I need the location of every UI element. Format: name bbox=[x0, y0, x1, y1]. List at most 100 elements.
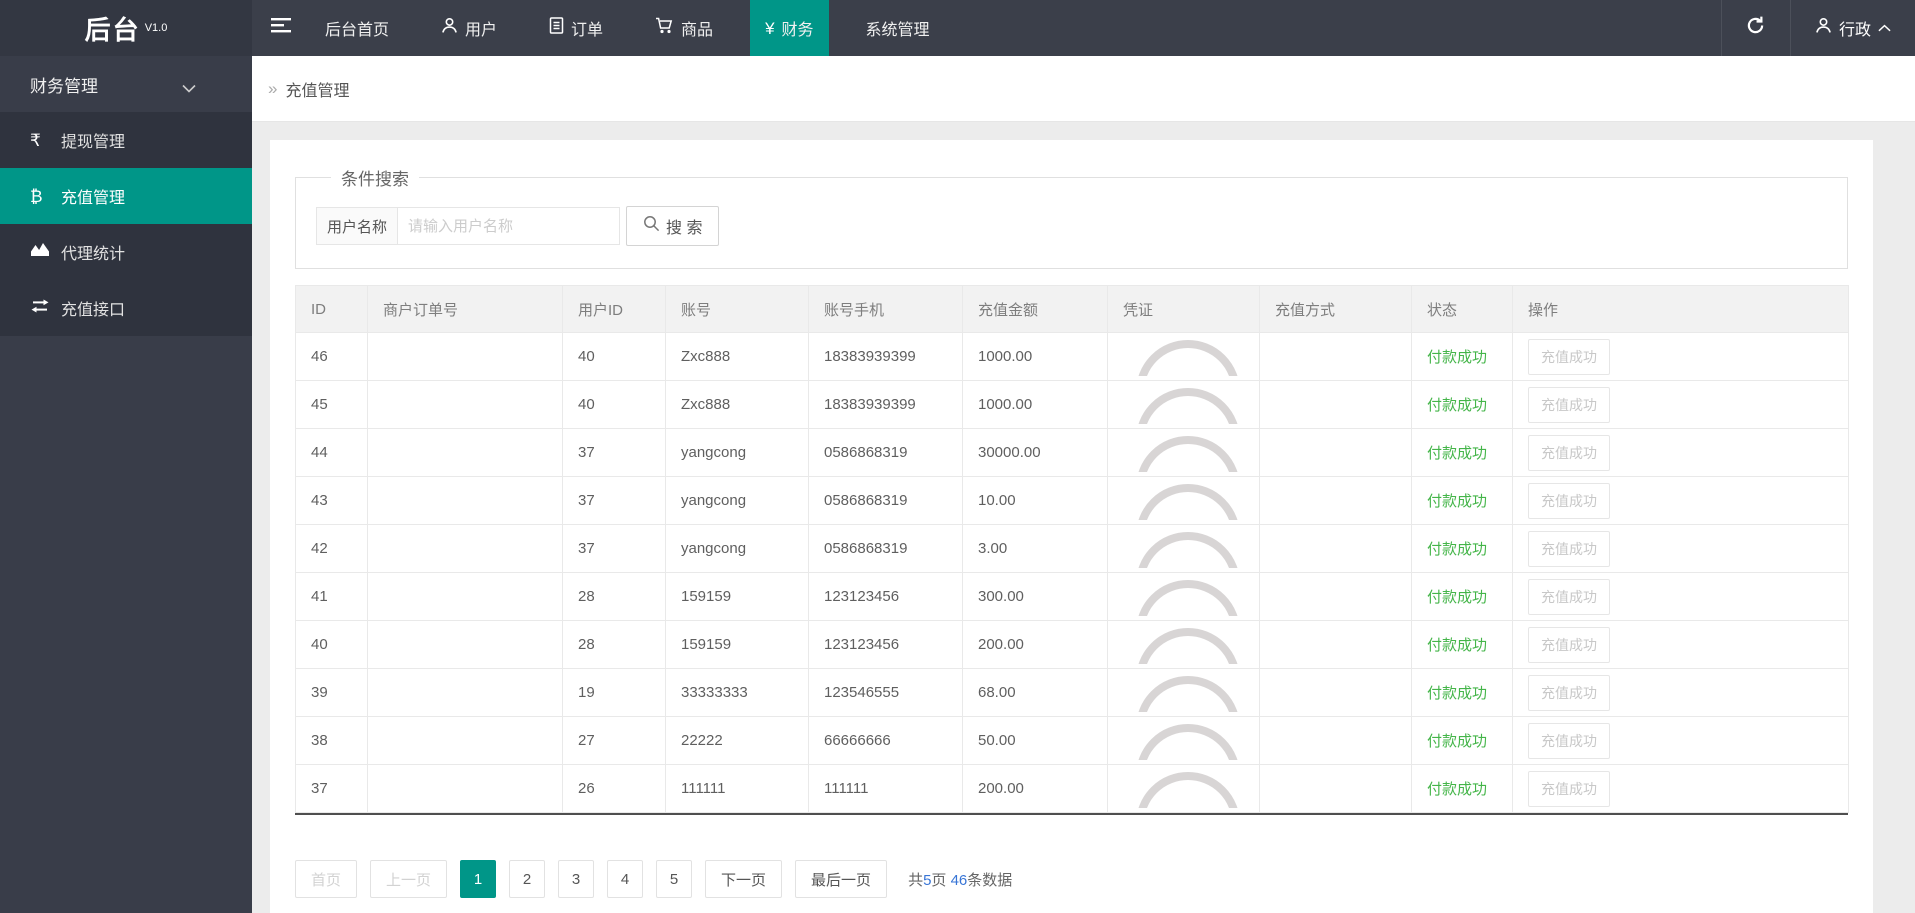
table-row: 46 40 Zxc888 18383939399 1000.00 付款成功 充值成功 bbox=[295, 332, 1849, 381]
top-nav-right: 行政 bbox=[1720, 0, 1915, 56]
breadcrumb-arrow-icon: » bbox=[268, 78, 278, 98]
account-cell: 159159 bbox=[665, 572, 809, 621]
recharge-status-button[interactable]: 充值成功 bbox=[1528, 674, 1610, 711]
voucher-image[interactable] bbox=[1135, 531, 1249, 568]
recharge-status-button[interactable]: 充值成功 bbox=[1528, 338, 1610, 375]
action-cell: 充值成功 bbox=[1512, 332, 1849, 381]
pagination-page-button[interactable]: 1 bbox=[460, 860, 497, 898]
voucher-image[interactable] bbox=[1135, 723, 1249, 760]
pagination-page-button[interactable]: 5 bbox=[656, 860, 693, 898]
recharge-status-button[interactable]: 充值成功 bbox=[1528, 482, 1610, 519]
recharge-status-button[interactable]: 充值成功 bbox=[1528, 626, 1610, 663]
content-area: 条件搜索 用户名称 搜 索 ID商户订单号用户ID账号账号手机充值金额凭证充值方… bbox=[252, 122, 1915, 913]
phone-cell: 111111 bbox=[808, 764, 963, 813]
voucher-cell bbox=[1107, 572, 1260, 621]
id-cell: 46 bbox=[295, 332, 368, 381]
top-navbar: 后台 V1.0 后台首页 用户 订单 商品 ¥ 财务 系统管理 行政 bbox=[0, 0, 1915, 56]
status-text: 付款成功 bbox=[1427, 637, 1488, 654]
column-header: 凭证 bbox=[1107, 285, 1260, 333]
voucher-image[interactable] bbox=[1135, 627, 1249, 664]
yen-icon: ¥ bbox=[765, 18, 775, 38]
phone-cell: 0586868319 bbox=[808, 524, 963, 573]
refresh-button[interactable] bbox=[1720, 0, 1791, 56]
column-header: ID bbox=[295, 285, 368, 333]
document-icon bbox=[549, 17, 564, 39]
column-header: 状态 bbox=[1411, 285, 1513, 333]
voucher-image[interactable] bbox=[1135, 771, 1249, 808]
topnav-item[interactable]: 系统管理 bbox=[851, 0, 945, 56]
user-id-cell: 37 bbox=[562, 476, 666, 525]
voucher-image[interactable] bbox=[1135, 675, 1249, 712]
voucher-cell bbox=[1107, 332, 1260, 381]
topnav-item[interactable]: 后台首页 bbox=[310, 0, 404, 56]
user-id-cell: 27 bbox=[562, 716, 666, 765]
recharge-status-button[interactable]: 充值成功 bbox=[1528, 770, 1610, 807]
account-cell: yangcong bbox=[665, 524, 809, 573]
pagination-summary: 共5页 46条数据 bbox=[908, 869, 1012, 890]
pagination-last-button[interactable]: 最后一页 bbox=[795, 860, 888, 898]
voucher-cell bbox=[1107, 620, 1260, 669]
chevron-up-icon bbox=[1878, 19, 1891, 37]
account-cell: Zxc888 bbox=[665, 380, 809, 429]
app-version: V1.0 bbox=[144, 22, 168, 34]
app-logo: 后台 V1.0 bbox=[0, 0, 252, 56]
recharge-status-button[interactable]: 充值成功 bbox=[1528, 530, 1610, 567]
voucher-image[interactable] bbox=[1135, 435, 1249, 472]
phone-cell: 0586868319 bbox=[808, 428, 963, 477]
amount-cell: 200.00 bbox=[962, 620, 1108, 669]
sidebar-group-finance[interactable]: 财务管理 bbox=[0, 56, 252, 112]
sidebar-item[interactable]: ₿ 充值管理 bbox=[0, 168, 252, 224]
recharge-status-button[interactable]: 充值成功 bbox=[1528, 434, 1610, 471]
pagination-first-button[interactable]: 首页 bbox=[295, 860, 358, 898]
rupee-icon: ₹ bbox=[30, 130, 41, 150]
main-area: » 充值管理 条件搜索 用户名称 搜 索 bbox=[252, 56, 1915, 913]
pagination-page-button[interactable]: 3 bbox=[558, 860, 595, 898]
sidebar-item[interactable]: 代理统计 bbox=[0, 224, 252, 280]
table-header-row: ID 商户订单号 用户ID 账号 账号手机 充值金额 凭证 充值方式 状态 操作 bbox=[295, 285, 1849, 333]
username-field-label: 用户名称 bbox=[316, 207, 398, 245]
user-menu[interactable]: 行政 bbox=[1791, 0, 1915, 56]
status-text: 付款成功 bbox=[1427, 541, 1488, 558]
voucher-image[interactable] bbox=[1135, 579, 1249, 616]
topnav-item[interactable]: ¥ 财务 bbox=[750, 0, 829, 56]
status-cell: 付款成功 bbox=[1411, 476, 1513, 525]
action-cell: 充值成功 bbox=[1512, 764, 1849, 813]
topnav-item[interactable]: 商品 bbox=[640, 0, 728, 56]
username-input[interactable] bbox=[398, 207, 620, 245]
voucher-cell bbox=[1107, 524, 1260, 573]
pagination-page-button[interactable]: 2 bbox=[509, 860, 546, 898]
topnav-item[interactable]: 订单 bbox=[534, 0, 618, 56]
cart-icon bbox=[655, 17, 674, 39]
method-cell bbox=[1259, 572, 1412, 621]
user-id-cell: 40 bbox=[562, 380, 666, 429]
voucher-cell bbox=[1107, 716, 1260, 765]
search-form: 用户名称 搜 索 bbox=[316, 206, 1827, 246]
summary-prefix: 共 bbox=[908, 871, 924, 889]
sidebar-item[interactable]: ₹ 提现管理 bbox=[0, 112, 252, 168]
recharge-status-button[interactable]: 充值成功 bbox=[1528, 722, 1610, 759]
column-header: 充值方式 bbox=[1259, 285, 1412, 333]
table-row: 43 37 yangcong 0586868319 10.00 付款成功 充值成功 bbox=[295, 476, 1849, 525]
recharge-status-button[interactable]: 充值成功 bbox=[1528, 386, 1610, 423]
pagination-page-button[interactable]: 4 bbox=[607, 860, 644, 898]
status-text: 付款成功 bbox=[1427, 733, 1488, 750]
search-panel: 条件搜索 用户名称 搜 索 bbox=[295, 165, 1848, 269]
method-cell bbox=[1259, 620, 1412, 669]
search-button[interactable]: 搜 索 bbox=[626, 206, 720, 246]
voucher-cell bbox=[1107, 428, 1260, 477]
table-row: 42 37 yangcong 0586868319 3.00 付款成功 充值成功 bbox=[295, 524, 1849, 573]
method-cell bbox=[1259, 476, 1412, 525]
menu-collapse-button[interactable] bbox=[252, 0, 310, 56]
pagination-next-button[interactable]: 下一页 bbox=[705, 860, 783, 898]
search-button-label: 搜 索 bbox=[666, 220, 703, 237]
voucher-image[interactable] bbox=[1135, 387, 1249, 424]
topnav-item[interactable]: 用户 bbox=[426, 0, 512, 56]
voucher-image[interactable] bbox=[1135, 483, 1249, 520]
pagination-prev-button[interactable]: 上一页 bbox=[370, 860, 448, 898]
action-cell: 充值成功 bbox=[1512, 572, 1849, 621]
voucher-image[interactable] bbox=[1135, 339, 1249, 376]
sidebar-item[interactable]: 充值接口 bbox=[0, 280, 252, 336]
table-row: 44 37 yangcong 0586868319 30000.00 付款成功 充值成功 bbox=[295, 428, 1849, 477]
user-id-cell: 28 bbox=[562, 620, 666, 669]
recharge-status-button[interactable]: 充值成功 bbox=[1528, 578, 1610, 615]
